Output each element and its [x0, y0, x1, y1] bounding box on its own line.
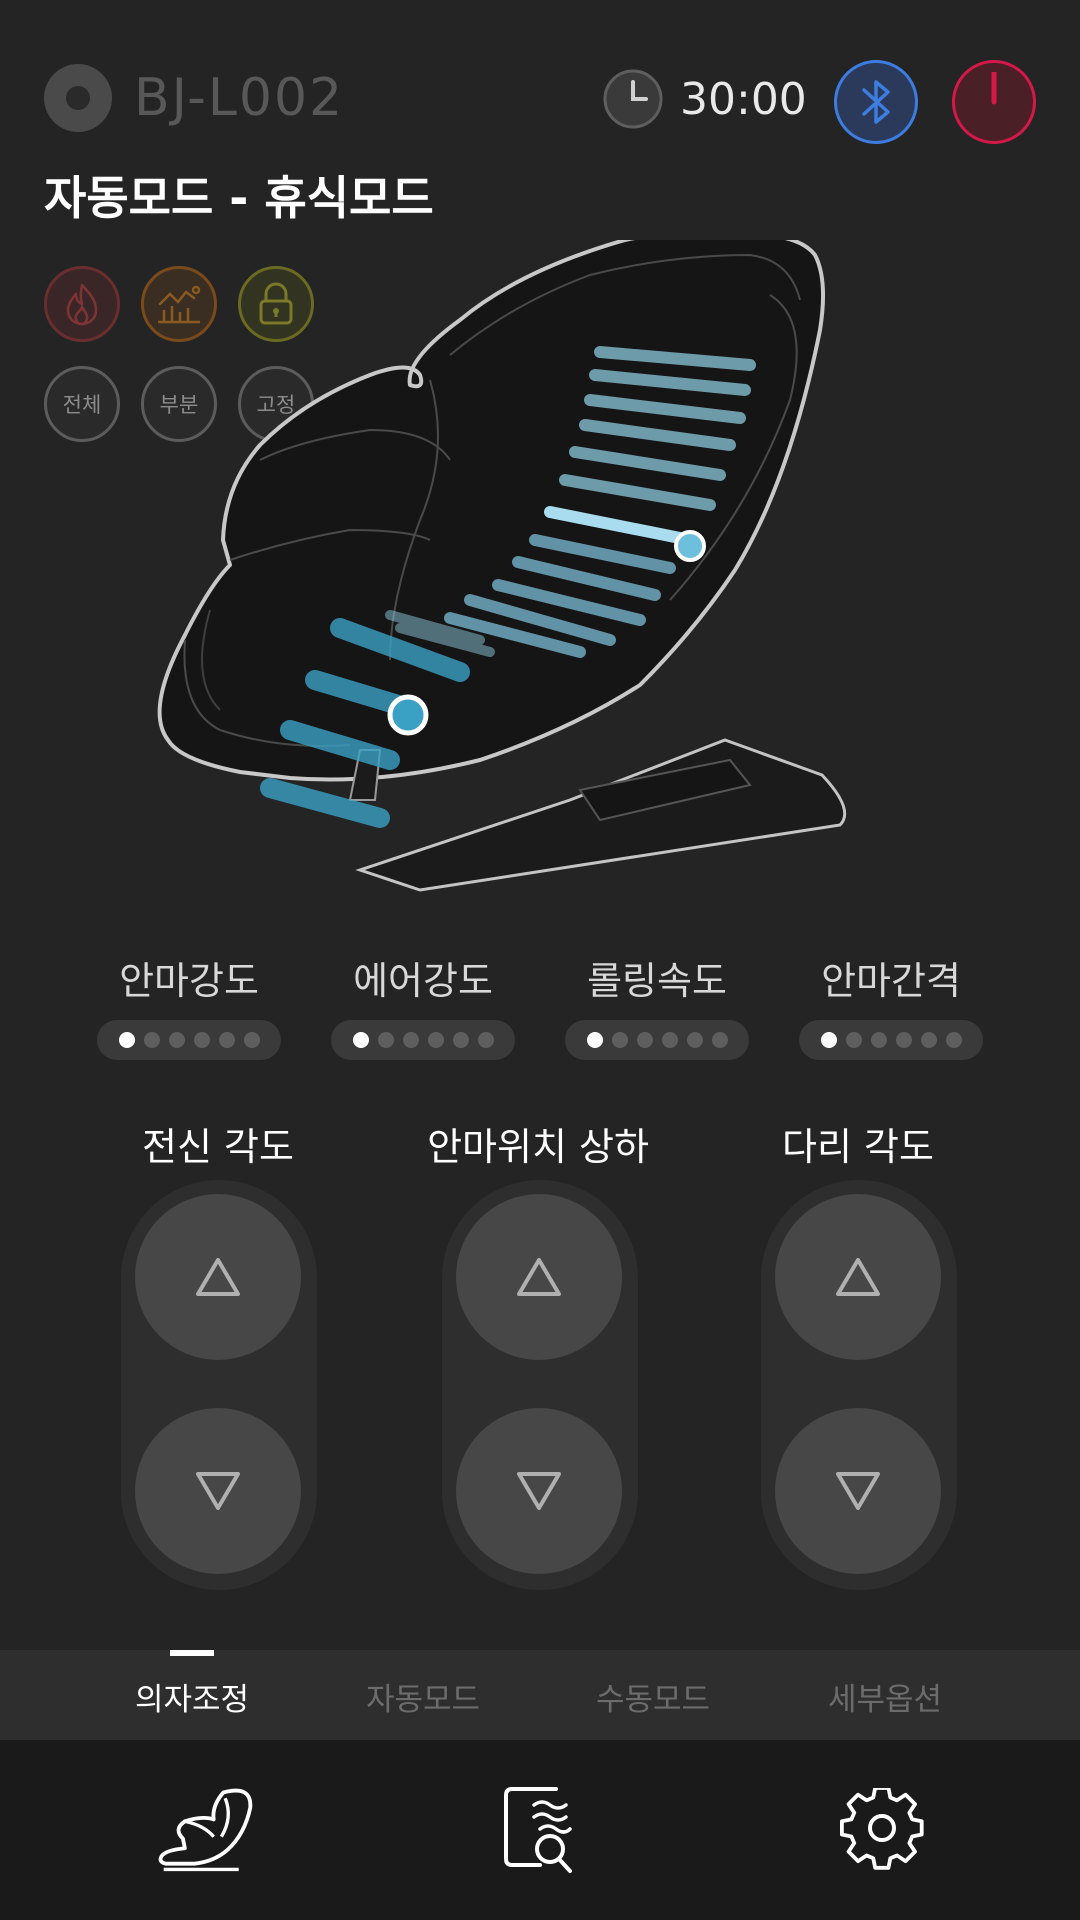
- leg-angle-label: 다리 각도: [782, 1125, 934, 1169]
- massage-position-down-button[interactable]: [456, 1408, 622, 1574]
- gear-icon: [840, 1788, 924, 1870]
- body-angle-up-button[interactable]: [135, 1194, 301, 1360]
- level-dot[interactable]: [686, 1032, 703, 1048]
- level-dot[interactable]: [711, 1032, 728, 1048]
- power-button[interactable]: [952, 60, 1036, 144]
- leg-angle-down-button[interactable]: [775, 1408, 941, 1574]
- upper-position-marker: [674, 530, 706, 562]
- level-dot[interactable]: [586, 1032, 603, 1048]
- level-dot[interactable]: [920, 1032, 937, 1048]
- tab-auto-mode[interactable]: 자동모드: [333, 1674, 513, 1719]
- leg-angle-up-button[interactable]: [775, 1194, 941, 1360]
- level-dot[interactable]: [820, 1032, 837, 1048]
- level-dot[interactable]: [377, 1032, 394, 1048]
- slider-label: 안마간격: [821, 959, 961, 1003]
- active-tab-indicator: [170, 1650, 214, 1656]
- triangle-up-icon: [836, 1258, 880, 1296]
- massage-chair-illustration: [157, 240, 846, 892]
- level-dot[interactable]: [661, 1032, 678, 1048]
- nav-search-programs[interactable]: [490, 1780, 590, 1880]
- level-dot[interactable]: [118, 1032, 135, 1048]
- level-dot[interactable]: [611, 1032, 628, 1048]
- slider-label: 롤링속도: [587, 959, 727, 1003]
- session-timer: 30:00: [602, 68, 807, 130]
- leg-angle-control: [761, 1180, 957, 1590]
- level-dot[interactable]: [168, 1032, 185, 1048]
- timer-value: 30:00: [680, 73, 807, 125]
- lower-position-marker: [387, 694, 429, 736]
- level-dot[interactable]: [402, 1032, 419, 1048]
- level-track[interactable]: [331, 1020, 515, 1060]
- body-angle-control: [121, 1180, 317, 1590]
- range-all-label: 전체: [62, 393, 102, 417]
- flame-icon: [66, 283, 98, 326]
- massage-position-control: [442, 1180, 638, 1590]
- level-dot[interactable]: [870, 1032, 887, 1048]
- triangle-up-icon: [517, 1258, 561, 1296]
- slider-massage-intensity[interactable]: 안마강도: [94, 950, 284, 1060]
- level-dot[interactable]: [636, 1032, 653, 1048]
- range-all-button[interactable]: 전체: [44, 366, 120, 442]
- slider-air-intensity[interactable]: 에어강도: [328, 950, 518, 1060]
- level-track[interactable]: [799, 1020, 983, 1060]
- level-track[interactable]: [565, 1020, 749, 1060]
- level-dot[interactable]: [845, 1032, 862, 1048]
- model-name: BJ-L002: [134, 68, 345, 128]
- nav-chair[interactable]: [156, 1780, 256, 1880]
- level-dot[interactable]: [352, 1032, 369, 1048]
- level-track[interactable]: [97, 1020, 281, 1060]
- body-angle-label: 전신 각도: [142, 1125, 294, 1169]
- power-icon: [991, 72, 997, 105]
- tab-manual-mode[interactable]: 수동모드: [563, 1674, 743, 1719]
- bluetooth-icon: [862, 80, 890, 124]
- level-dot[interactable]: [427, 1032, 444, 1048]
- heat-toggle[interactable]: [44, 266, 120, 342]
- tab-chair-adjust[interactable]: 의자조정: [102, 1674, 282, 1719]
- level-dot[interactable]: [945, 1032, 962, 1048]
- massage-position-up-button[interactable]: [456, 1194, 622, 1360]
- level-dot[interactable]: [477, 1032, 494, 1048]
- bottom-navigation: [0, 1740, 1080, 1920]
- level-dot[interactable]: [243, 1032, 260, 1048]
- triangle-down-icon: [196, 1472, 240, 1510]
- massage-position-label: 안마위치 상하: [427, 1125, 649, 1169]
- slider-rolling-speed[interactable]: 롤링속도: [562, 950, 752, 1060]
- level-dot[interactable]: [193, 1032, 210, 1048]
- brand-logo: BJ-L002: [44, 64, 344, 132]
- clock-icon: [603, 69, 663, 129]
- chair-body: [157, 240, 825, 782]
- tab-detail-options[interactable]: 세부옵션: [795, 1674, 975, 1719]
- triangle-up-icon: [196, 1258, 240, 1296]
- massage-chair-icon: [158, 1788, 253, 1872]
- slider-label: 에어강도: [353, 959, 493, 1003]
- mode-tab-bar: 의자조정 자동모드 수동모드 세부옵션: [0, 1650, 1080, 1740]
- page-title: 자동모드 - 휴식모드: [44, 171, 434, 225]
- level-dot[interactable]: [143, 1032, 160, 1048]
- body-angle-down-button[interactable]: [135, 1408, 301, 1574]
- search-document-icon: [504, 1787, 572, 1873]
- level-dot[interactable]: [895, 1032, 912, 1048]
- nav-settings[interactable]: [832, 1780, 932, 1880]
- triangle-down-icon: [517, 1472, 561, 1510]
- slider-label: 안마강도: [119, 959, 259, 1003]
- level-dot[interactable]: [218, 1032, 235, 1048]
- slider-massage-interval[interactable]: 안마간격: [796, 950, 986, 1060]
- triangle-down-icon: [836, 1472, 880, 1510]
- bluetooth-button[interactable]: [834, 60, 918, 144]
- logo-circle-icon: [44, 64, 112, 132]
- level-dot[interactable]: [452, 1032, 469, 1048]
